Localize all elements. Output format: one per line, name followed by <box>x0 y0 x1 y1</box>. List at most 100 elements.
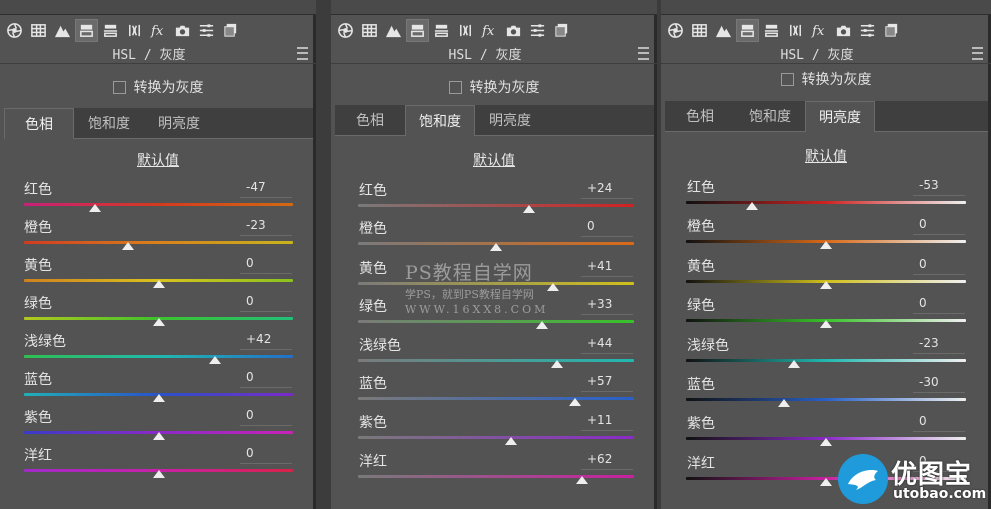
slider-value-orange[interactable]: -23 <box>246 218 266 232</box>
fx-icon[interactable]: fx <box>809 20 830 41</box>
slider-track-red[interactable] <box>358 204 634 207</box>
slider-track-green[interactable] <box>358 320 634 323</box>
slider-value-purple[interactable]: +11 <box>587 413 612 427</box>
slider-thumb-aqua[interactable] <box>787 360 800 368</box>
tab-luminance[interactable]: 明亮度 <box>805 101 875 132</box>
hsl-icon[interactable] <box>736 18 759 42</box>
slider-value-blue[interactable]: 0 <box>246 370 254 384</box>
slider-value-green[interactable]: +33 <box>587 297 612 311</box>
slider-thumb-magenta[interactable] <box>575 476 588 484</box>
grid-icon[interactable] <box>359 20 380 41</box>
slider-value-red[interactable]: -47 <box>246 180 266 194</box>
lens-icon[interactable] <box>455 20 476 41</box>
tab-hue[interactable]: 色相 <box>335 105 405 135</box>
fx-icon[interactable]: fx <box>148 20 169 41</box>
slider-thumb-purple[interactable] <box>820 438 832 446</box>
slider-thumb-purple[interactable] <box>152 432 165 440</box>
slider-track-purple[interactable] <box>358 436 634 439</box>
slider-value-yellow[interactable]: 0 <box>246 256 254 270</box>
lens-icon[interactable] <box>785 20 806 41</box>
panel-menu-icon[interactable] <box>297 47 308 60</box>
convert-grayscale-checkbox[interactable] <box>112 80 126 94</box>
sliders-icon[interactable] <box>196 20 217 41</box>
sliders-icon[interactable] <box>857 20 878 41</box>
slider-value-yellow[interactable]: +41 <box>587 259 612 273</box>
slider-thumb-orange[interactable] <box>490 243 502 251</box>
split-tone-icon[interactable] <box>100 20 121 41</box>
slider-value-purple[interactable]: 0 <box>246 408 254 422</box>
aperture-icon[interactable] <box>335 20 356 41</box>
tab-hue[interactable]: 色相 <box>665 101 735 131</box>
slider-thumb-magenta[interactable] <box>152 470 165 478</box>
slider-value-aqua[interactable]: +42 <box>246 332 271 346</box>
convert-grayscale[interactable]: 转换为灰度 <box>661 69 991 89</box>
slider-value-green[interactable]: 0 <box>246 294 254 308</box>
fx-icon[interactable]: fx <box>479 20 500 41</box>
convert-grayscale-checkbox[interactable] <box>780 72 794 86</box>
slider-thumb-yellow[interactable] <box>152 280 165 288</box>
slider-value-yellow[interactable]: 0 <box>919 257 927 271</box>
slider-thumb-blue[interactable] <box>152 394 165 402</box>
slider-thumb-red[interactable] <box>89 204 102 212</box>
camera-icon[interactable] <box>503 20 524 41</box>
slider-thumb-green[interactable] <box>152 318 165 326</box>
slider-track-aqua[interactable] <box>358 359 634 362</box>
slider-value-blue[interactable]: -30 <box>919 375 939 389</box>
slider-track-blue[interactable] <box>358 397 634 400</box>
tab-saturation[interactable]: 饱和度 <box>405 105 475 136</box>
sliders-icon[interactable] <box>527 20 548 41</box>
panel-menu-icon[interactable] <box>638 47 649 60</box>
slider-value-aqua[interactable]: -23 <box>919 336 939 350</box>
mountain-icon[interactable] <box>713 20 734 41</box>
slider-value-blue[interactable]: +57 <box>587 374 612 388</box>
grid-icon[interactable] <box>28 20 49 41</box>
slider-thumb-magenta[interactable] <box>820 478 832 486</box>
slider-track-aqua[interactable] <box>686 359 966 362</box>
slider-value-magenta[interactable]: 0 <box>246 446 254 460</box>
convert-grayscale[interactable]: 转换为灰度 <box>331 77 657 97</box>
split-tone-icon[interactable] <box>761 20 782 41</box>
slider-track-blue[interactable] <box>686 398 966 401</box>
presets-icon[interactable] <box>551 20 572 41</box>
slider-track-red[interactable] <box>24 203 293 206</box>
mountain-icon[interactable] <box>383 20 404 41</box>
slider-track-aqua[interactable] <box>24 355 293 358</box>
default-link[interactable]: 默认值 <box>0 150 316 170</box>
slider-value-magenta[interactable]: +62 <box>587 452 612 466</box>
lens-icon[interactable] <box>124 20 145 41</box>
slider-value-purple[interactable]: 0 <box>919 414 927 428</box>
default-link[interactable]: 默认值 <box>661 146 991 166</box>
slider-thumb-blue[interactable] <box>568 398 581 406</box>
slider-thumb-orange[interactable] <box>820 241 832 249</box>
slider-track-orange[interactable] <box>24 241 293 244</box>
camera-icon[interactable] <box>833 20 854 41</box>
tab-luminance[interactable]: 明亮度 <box>475 105 545 135</box>
aperture-icon[interactable] <box>4 20 25 41</box>
slider-value-red[interactable]: +24 <box>587 181 612 195</box>
slider-thumb-yellow[interactable] <box>820 281 832 289</box>
slider-value-green[interactable]: 0 <box>919 296 927 310</box>
split-tone-icon[interactable] <box>431 20 452 41</box>
presets-icon[interactable] <box>220 20 241 41</box>
panel-menu-icon[interactable] <box>972 47 983 60</box>
slider-value-aqua[interactable]: +44 <box>587 336 612 350</box>
slider-value-red[interactable]: -53 <box>919 178 939 192</box>
slider-thumb-aqua[interactable] <box>550 360 563 368</box>
camera-icon[interactable] <box>172 20 193 41</box>
slider-value-orange[interactable]: 0 <box>587 219 595 233</box>
tab-hue[interactable]: 色相 <box>4 108 74 139</box>
slider-thumb-blue[interactable] <box>778 399 790 407</box>
convert-grayscale-checkbox[interactable] <box>448 80 462 94</box>
slider-value-orange[interactable]: 0 <box>919 217 927 231</box>
tab-luminance[interactable]: 明亮度 <box>144 108 214 138</box>
slider-thumb-red[interactable] <box>745 202 758 210</box>
aperture-icon[interactable] <box>665 20 686 41</box>
slider-thumb-orange[interactable] <box>121 242 134 250</box>
slider-thumb-purple[interactable] <box>505 437 518 445</box>
mountain-icon[interactable] <box>52 20 73 41</box>
slider-thumb-green[interactable] <box>820 320 832 328</box>
presets-icon[interactable] <box>881 20 902 41</box>
tab-saturation[interactable]: 饱和度 <box>74 108 144 138</box>
tab-saturation[interactable]: 饱和度 <box>735 101 805 131</box>
slider-thumb-aqua[interactable] <box>208 356 221 364</box>
